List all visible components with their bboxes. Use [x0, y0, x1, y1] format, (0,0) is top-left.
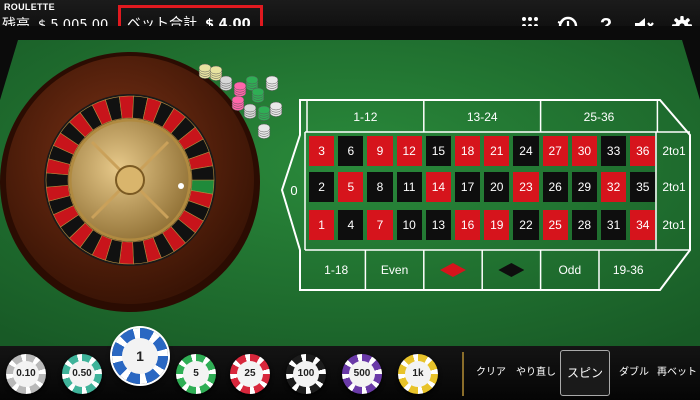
table-chip	[257, 105, 271, 115]
bet-number-10[interactable]: 10	[396, 210, 422, 240]
chip-label: 100	[297, 368, 315, 380]
red-diamond	[439, 263, 466, 277]
chip-5[interactable]: 5	[176, 354, 216, 394]
bet-number-12[interactable]: 12	[396, 136, 422, 166]
bet-number-22[interactable]: 22	[513, 210, 539, 240]
bet-number-8[interactable]: 8	[367, 172, 393, 202]
chip-1[interactable]: 1	[112, 328, 168, 384]
table-chip	[251, 87, 265, 97]
bet-number-11[interactable]: 11	[396, 172, 422, 202]
bet-number-7[interactable]: 7	[367, 210, 393, 240]
bet-number-2[interactable]: 2	[309, 172, 335, 202]
bet-column-2[interactable]: 2to1	[658, 172, 690, 202]
bet-number-1[interactable]: 1	[309, 210, 335, 240]
bet-number-18[interactable]: 18	[455, 136, 481, 166]
bet-odd[interactable]: Odd	[541, 255, 599, 285]
bet-number-6[interactable]: 6	[338, 136, 364, 166]
bet-dozen-2[interactable]: 13-24	[424, 104, 541, 130]
wheel-pocket	[45, 172, 69, 188]
bet-number-29[interactable]: 29	[571, 172, 597, 202]
bet-number-19[interactable]: 19	[484, 210, 510, 240]
bet-even[interactable]: Even	[365, 255, 423, 285]
wheel-pocket	[118, 95, 134, 119]
bet-high[interactable]: 19-36	[599, 255, 657, 285]
clear-button[interactable]: クリア	[470, 350, 512, 396]
chip-label: 5	[193, 368, 199, 380]
chip-face: 5	[182, 360, 210, 388]
bet-number-35[interactable]: 35	[630, 172, 656, 202]
bet-number-30[interactable]: 30	[571, 136, 597, 166]
black-diamond	[498, 263, 525, 277]
bet-number-36[interactable]: 36	[630, 136, 656, 166]
chip-0-10[interactable]: 0.10	[6, 354, 46, 394]
chip-label: 0.50	[72, 368, 92, 380]
bet-number-16[interactable]: 16	[455, 210, 481, 240]
chip-25[interactable]: 25	[230, 354, 270, 394]
bet-number-13[interactable]: 13	[425, 210, 451, 240]
chip-label: 1	[136, 347, 144, 364]
chip-face: 500	[348, 360, 376, 388]
chip-face: 1	[121, 337, 159, 375]
bet-number-14[interactable]: 14	[425, 172, 451, 202]
table-chip	[245, 75, 259, 85]
bet-number-25[interactable]: 25	[542, 210, 568, 240]
bet-zero[interactable]: 0	[283, 136, 305, 244]
table-chip	[257, 123, 271, 133]
roulette-ball	[178, 183, 184, 189]
bet-number-20[interactable]: 20	[484, 172, 510, 202]
table-chip	[265, 75, 279, 85]
chip-0-50[interactable]: 0.50	[62, 354, 102, 394]
bet-number-15[interactable]: 15	[425, 136, 451, 166]
roulette-wheel	[0, 52, 260, 312]
bet-number-32[interactable]: 32	[601, 172, 627, 202]
chip-500[interactable]: 500	[342, 354, 382, 394]
table-chip	[269, 101, 283, 111]
bet-number-24[interactable]: 24	[513, 136, 539, 166]
table-chip	[198, 63, 212, 73]
table-chip	[243, 103, 257, 113]
chip-face: 25	[236, 360, 264, 388]
rebet-button[interactable]: 再ベット	[656, 350, 698, 396]
bet-number-28[interactable]: 28	[571, 210, 597, 240]
bet-column-1[interactable]: 2to1	[658, 136, 690, 166]
chip-face: 100	[292, 360, 320, 388]
bet-dozen-3[interactable]: 25-36	[541, 104, 658, 130]
table-chip	[209, 65, 223, 75]
undo-button[interactable]: やり直し	[514, 350, 558, 396]
bet-number-9[interactable]: 9	[367, 136, 393, 166]
bet-number-27[interactable]: 27	[542, 136, 568, 166]
chip-1k[interactable]: 1k	[398, 354, 438, 394]
bet-number-26[interactable]: 26	[542, 172, 568, 202]
chip-label: 0.10	[16, 368, 36, 380]
chip-face: 0.10	[12, 360, 40, 388]
table-chip	[231, 95, 245, 105]
table-chip	[219, 75, 233, 85]
bet-number-5[interactable]: 5	[338, 172, 364, 202]
bet-number-31[interactable]: 31	[601, 210, 627, 240]
bet-number-17[interactable]: 17	[455, 172, 481, 202]
bet-red[interactable]	[424, 255, 482, 285]
bet-low[interactable]: 1-18	[307, 255, 365, 285]
table-chip	[233, 81, 247, 91]
bet-number-3[interactable]: 3	[309, 136, 335, 166]
chip-face: 1k	[404, 360, 432, 388]
bet-column-3[interactable]: 2to1	[658, 210, 690, 240]
bet-number-23[interactable]: 23	[513, 172, 539, 202]
chip-label: 1k	[412, 368, 424, 380]
bet-number-4[interactable]: 4	[338, 210, 364, 240]
bet-dozen-1[interactable]: 1-12	[307, 104, 424, 130]
chip-label: 25	[244, 368, 256, 380]
bet-black[interactable]	[482, 255, 540, 285]
spin-button[interactable]: スピン	[560, 350, 610, 396]
bet-number-33[interactable]: 33	[601, 136, 627, 166]
bar-divider	[462, 352, 464, 396]
double-button[interactable]: ダブル	[612, 350, 656, 396]
game-name: ROULETTE	[4, 2, 55, 12]
bet-number-34[interactable]: 34	[630, 210, 656, 240]
chip-100[interactable]: 100	[286, 354, 326, 394]
chip-face: 0.50	[68, 360, 96, 388]
chip-label: 500	[353, 368, 371, 380]
bet-number-21[interactable]: 21	[484, 136, 510, 166]
